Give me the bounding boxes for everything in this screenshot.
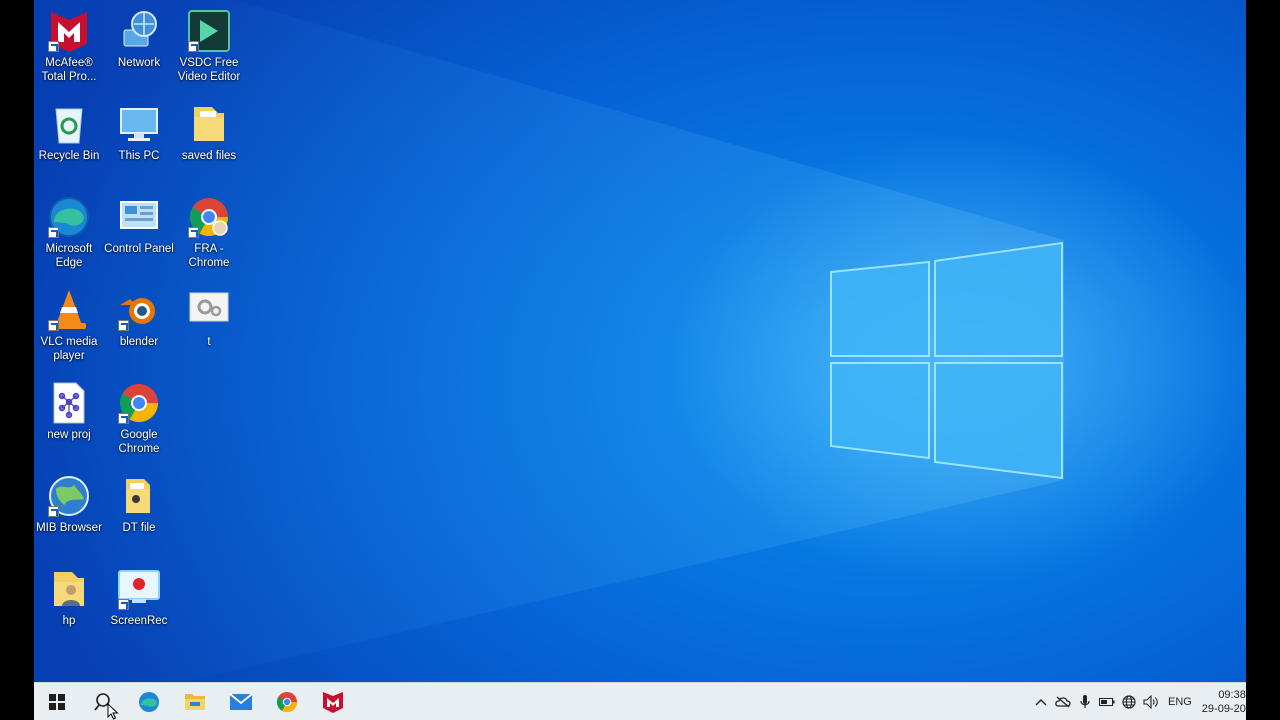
- show-hidden-icons-button[interactable]: [1030, 683, 1052, 720]
- desktop-icon-hp[interactable]: hp: [34, 566, 104, 628]
- clock-date: 29-09-20: [1201, 703, 1246, 715]
- network-globe-icon: [1122, 695, 1136, 709]
- chrome-icon: [276, 692, 298, 713]
- desktop-icon-dt-file[interactable]: DT file: [104, 473, 174, 535]
- mouse-cursor-icon: [107, 703, 119, 720]
- taskbar-edge-button[interactable]: [126, 683, 172, 720]
- mcafee-icon: [323, 692, 343, 713]
- desktop-icon-network[interactable]: Network: [104, 8, 174, 70]
- desktop-icon-blender[interactable]: blender: [104, 287, 174, 349]
- folder-icon: [126, 479, 150, 513]
- shortcut-arrow-icon: [118, 599, 129, 610]
- desktop-icon-saved-files[interactable]: saved files: [174, 101, 244, 163]
- desktop-icon-label: Microsoft Edge: [45, 243, 93, 269]
- shortcut-arrow-icon: [118, 413, 129, 424]
- desktop-icon-label: This PC: [118, 150, 160, 162]
- desktop-icon-label: VSDC Free Video Editor: [177, 57, 241, 83]
- desktop-icon-vsdc[interactable]: VSDC Free Video Editor: [174, 8, 244, 84]
- volume-button[interactable]: [1140, 683, 1162, 720]
- settings-file-icon: [189, 292, 229, 322]
- desktop-icon-label: McAfee® Total Pro...: [41, 57, 97, 83]
- desktop-screen: McAfee® Total Pro... Network VSDC Free V…: [34, 0, 1246, 720]
- desktop-icon-label: Network: [117, 57, 161, 69]
- desktop-icon-label: blender: [119, 336, 159, 348]
- desktop-icon-label: ScreenRec: [110, 615, 168, 627]
- taskbar-mail-button[interactable]: [218, 683, 264, 720]
- desktop-icon-t[interactable]: t: [174, 287, 244, 349]
- project-file-icon: [53, 382, 85, 424]
- system-tray: ENG 09:38 29-09-20: [1030, 683, 1246, 720]
- microphone-icon: [1080, 695, 1090, 708]
- desktop-icon-recycle-bin[interactable]: Recycle Bin: [34, 101, 104, 163]
- recycle-bin-icon: [55, 108, 83, 144]
- desktop-icon-label: VLC media player: [40, 336, 98, 362]
- volume-icon: [1143, 695, 1158, 709]
- network-button[interactable]: [1118, 683, 1140, 720]
- desktop-icon-label: hp: [62, 615, 76, 627]
- desktop-icon-label: Google Chrome: [118, 429, 160, 455]
- desktop-icon-label: MIB Browser: [36, 522, 102, 534]
- network-icon: [123, 11, 157, 47]
- desktop-icon-label: Recycle Bin: [38, 150, 100, 162]
- desktop-icon-google-chrome[interactable]: Google Chrome: [104, 380, 174, 456]
- file-explorer-icon: [185, 694, 205, 710]
- mail-icon: [229, 693, 253, 710]
- desktop-icon-fra-chrome[interactable]: FRA - Chrome: [174, 194, 244, 270]
- shortcut-arrow-icon: [118, 320, 129, 331]
- taskbar-file-explorer-button[interactable]: [172, 683, 218, 720]
- clock-time: 09:38: [1218, 689, 1246, 701]
- desktop-icon-new-proj[interactable]: new proj: [34, 380, 104, 442]
- onedrive-offline-icon: [1055, 696, 1071, 708]
- battery-icon: [1099, 698, 1115, 706]
- input-language-indicator[interactable]: ENG: [1162, 696, 1200, 708]
- chevron-up-icon: [1035, 699, 1047, 706]
- taskbar-chrome-button[interactable]: [264, 683, 310, 720]
- desktop-icon-mcafee[interactable]: McAfee® Total Pro...: [34, 8, 104, 84]
- shortcut-arrow-icon: [48, 227, 59, 238]
- desktop-icon-label: Control Panel: [104, 243, 174, 255]
- shortcut-arrow-icon: [48, 506, 59, 517]
- control-panel-icon: [120, 201, 158, 229]
- desktop-icon-mib-browser[interactable]: MIB Browser: [34, 473, 104, 535]
- desktop-icon-label: new proj: [47, 429, 91, 441]
- letterbox-right: [1246, 0, 1280, 720]
- microphone-button[interactable]: [1074, 683, 1096, 720]
- desktop-icon-label: FRA - Chrome: [188, 243, 230, 269]
- search-button[interactable]: [80, 683, 126, 720]
- folder-icon: [194, 107, 224, 141]
- desktop-icon-label: t: [207, 336, 211, 348]
- this-pc-icon: [120, 108, 158, 141]
- desktop-icon-label: saved files: [181, 150, 237, 162]
- battery-button[interactable]: [1096, 683, 1118, 720]
- desktop-icon-label: DT file: [122, 522, 156, 534]
- desktop-icon-edge[interactable]: Microsoft Edge: [34, 194, 104, 270]
- letterbox-left: [0, 0, 34, 720]
- onedrive-button[interactable]: [1052, 683, 1074, 720]
- taskbar-mcafee-button[interactable]: [310, 683, 356, 720]
- desktop-icon-this-pc[interactable]: This PC: [104, 101, 174, 163]
- start-button[interactable]: [34, 683, 80, 720]
- shortcut-arrow-icon: [188, 227, 199, 238]
- desktop-icon-screenrec[interactable]: ScreenRec: [104, 566, 174, 628]
- shortcut-arrow-icon: [48, 320, 59, 331]
- clock[interactable]: 09:38 29-09-20: [1200, 688, 1246, 716]
- desktop-icon-control-panel[interactable]: Control Panel: [104, 194, 174, 256]
- shortcut-arrow-icon: [48, 41, 59, 52]
- taskbar: ENG 09:38 29-09-20: [34, 682, 1246, 720]
- edge-icon: [139, 692, 159, 712]
- shortcut-arrow-icon: [188, 41, 199, 52]
- user-folder-icon: [54, 572, 84, 606]
- desktop-icon-vlc[interactable]: VLC media player: [34, 287, 104, 363]
- start-icon: [49, 694, 65, 710]
